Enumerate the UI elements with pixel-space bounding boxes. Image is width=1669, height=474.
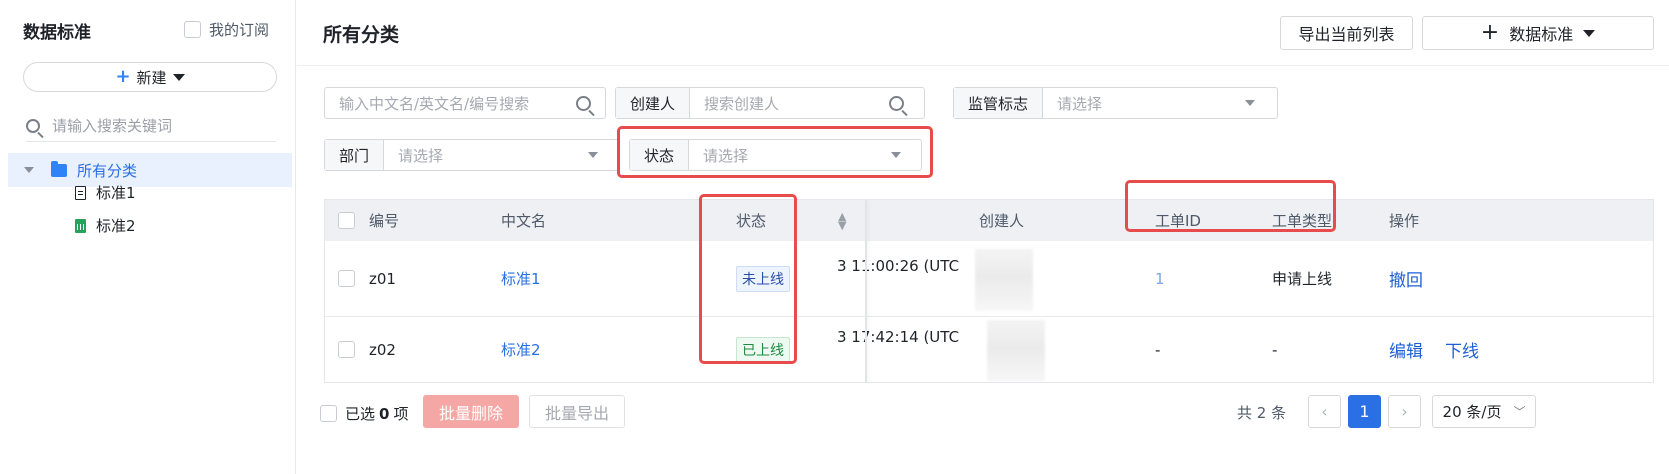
header-name[interactable]: 中文名 xyxy=(501,200,546,241)
select-all-checkbox-cell[interactable] xyxy=(338,200,355,241)
page-title: 所有分类 xyxy=(323,24,400,46)
page-size-label: 20 条/页 xyxy=(1442,403,1502,421)
export-list-button[interactable]: 导出当前列表 xyxy=(1280,16,1413,50)
my-subscription-toggle[interactable]: 我的订阅 xyxy=(184,19,269,40)
search-icon xyxy=(26,118,40,133)
table-header: 编号 中文名 状态 ▲ ▼ 创建人 工单ID 工单类型 操作 xyxy=(325,200,1653,241)
standards-table: 编号 中文名 状态 ▲ ▼ 创建人 工单ID 工单类型 操作 z01 标准1 未上… xyxy=(324,199,1654,383)
name-search-input[interactable]: 输入中文名/英文名/编号搜索 xyxy=(324,87,606,119)
chevron-down-icon xyxy=(588,152,598,158)
row-checkbox-cell[interactable] xyxy=(338,312,355,382)
cell-time: 3 17:42:14 (UTC xyxy=(837,328,960,346)
tree-item-label: 标准2 xyxy=(96,217,136,235)
batch-export-button[interactable]: 批量导出 xyxy=(529,395,625,428)
status-select[interactable]: 状态 请选择 xyxy=(629,139,922,171)
cell-name-link[interactable]: 标准1 xyxy=(501,241,541,316)
prev-page-button[interactable]: ‹ xyxy=(1308,395,1341,428)
row-checkbox[interactable] xyxy=(338,341,355,358)
batch-delete-button[interactable]: 批量删除 xyxy=(423,395,519,428)
cell-code: z01 xyxy=(369,269,396,288)
document-icon xyxy=(75,185,86,200)
cell-name-link[interactable]: 标准2 xyxy=(501,312,541,382)
main-content: 所有分类 导出当前列表 + 数据标准 输入中文名/英文名/编号搜索 创建人 搜索… xyxy=(297,0,1669,474)
tree-item-standard-2[interactable]: 标准2 xyxy=(75,215,136,236)
header-divider xyxy=(297,65,1669,66)
creator-search-field[interactable]: 创建人 搜索创建人 xyxy=(615,87,925,119)
selected-prefix: 已选 xyxy=(345,405,376,423)
revoke-action[interactable]: 撤回 xyxy=(1389,241,1423,316)
cell-ticket-type: - xyxy=(1272,340,1278,359)
chevron-down-icon xyxy=(1583,29,1596,37)
creator-search-placeholder: 搜索创建人 xyxy=(704,94,780,113)
creator-label: 创建人 xyxy=(616,88,691,118)
cell-ticket-type: 申请上线 xyxy=(1272,270,1333,288)
edit-action[interactable]: 编辑 xyxy=(1389,312,1423,382)
tree-item-label: 标准1 xyxy=(96,184,136,202)
cell-ticket-id: - xyxy=(1155,340,1161,359)
caret-down-icon[interactable] xyxy=(24,167,34,173)
new-button[interactable]: + 新建 xyxy=(23,62,277,92)
chevron-down-icon xyxy=(1245,100,1255,106)
name-search-placeholder: 输入中文名/英文名/编号搜索 xyxy=(339,94,530,113)
sidebar-search-input[interactable]: 请输入搜索关键词 xyxy=(26,110,276,142)
tree-item-all-categories[interactable]: 所有分类 xyxy=(8,153,292,187)
sidebar-title: 数据标准 xyxy=(23,23,91,43)
tree-root-label: 所有分类 xyxy=(77,161,138,180)
status-column-highlight xyxy=(699,194,797,364)
cell-code: z02 xyxy=(369,340,396,359)
add-standard-button[interactable]: + 数据标准 xyxy=(1422,16,1654,50)
status-placeholder: 请选择 xyxy=(703,146,749,165)
ticket-columns-highlight xyxy=(1125,180,1336,232)
spreadsheet-icon xyxy=(75,218,86,233)
sidebar: 数据标准 我的订阅 + 新建 请输入搜索关键词 所有分类 标准1 标准2 xyxy=(0,0,296,474)
sidebar-search-placeholder: 请输入搜索关键词 xyxy=(52,117,173,135)
cell-ticket-id-link[interactable]: 1 xyxy=(1155,241,1165,316)
select-all-checkbox[interactable] xyxy=(338,212,355,229)
search-icon xyxy=(576,95,591,111)
supervision-select[interactable]: 监管标志 请选择 xyxy=(953,87,1278,119)
total-count: 共 2 条 xyxy=(1237,404,1287,422)
chevron-down-icon xyxy=(891,152,901,158)
my-subscription-label: 我的订阅 xyxy=(209,21,270,39)
search-icon xyxy=(889,95,904,111)
plus-icon: + xyxy=(1480,20,1500,45)
chevron-down-icon: ﹀ xyxy=(1513,405,1526,419)
new-button-label: 新建 xyxy=(136,68,167,87)
row-checkbox[interactable] xyxy=(338,270,355,287)
header-actions: 操作 xyxy=(1389,212,1420,230)
sort-icon[interactable]: ▲ ▼ xyxy=(838,200,846,241)
tree-item-standard-1[interactable]: 标准1 xyxy=(75,182,136,203)
add-standard-label: 数据标准 xyxy=(1509,25,1574,44)
page-1-button[interactable]: 1 xyxy=(1348,395,1381,428)
department-placeholder: 请选择 xyxy=(398,146,444,165)
selected-count: 已选 0 项 xyxy=(320,403,408,424)
fixed-column-divider xyxy=(865,200,867,382)
header-code[interactable]: 编号 xyxy=(369,200,399,241)
creator-redacted xyxy=(987,320,1045,382)
my-subscription-checkbox[interactable] xyxy=(184,21,201,38)
department-label: 部门 xyxy=(325,140,385,170)
header-creator[interactable]: 创建人 xyxy=(979,200,1024,241)
selected-suffix: 项 xyxy=(393,405,409,423)
status-label: 状态 xyxy=(630,140,690,170)
footer-select-all-checkbox[interactable] xyxy=(320,405,337,422)
creator-redacted xyxy=(975,249,1033,311)
supervision-label: 监管标志 xyxy=(954,88,1044,118)
table-row: z01 标准1 未上线 3 11:00:26 (UTC 1 申请上线 撤回 xyxy=(325,241,1653,317)
plus-icon: + xyxy=(115,66,131,87)
page-size-select[interactable]: 20 条/页 ﹀ xyxy=(1432,395,1536,428)
next-page-button[interactable]: › xyxy=(1388,395,1421,428)
row-checkbox-cell[interactable] xyxy=(338,241,355,316)
selected-number: 0 xyxy=(379,404,390,423)
supervision-placeholder: 请选择 xyxy=(1057,94,1103,113)
folder-icon xyxy=(51,160,67,177)
offline-action[interactable]: 下线 xyxy=(1445,312,1479,382)
department-select[interactable]: 部门 请选择 xyxy=(324,139,619,171)
chevron-down-icon xyxy=(172,73,185,81)
cell-time: 3 11:00:26 (UTC xyxy=(837,257,960,275)
table-row: z02 标准2 已上线 3 17:42:14 (UTC - - 编辑 下线 xyxy=(325,312,1653,382)
